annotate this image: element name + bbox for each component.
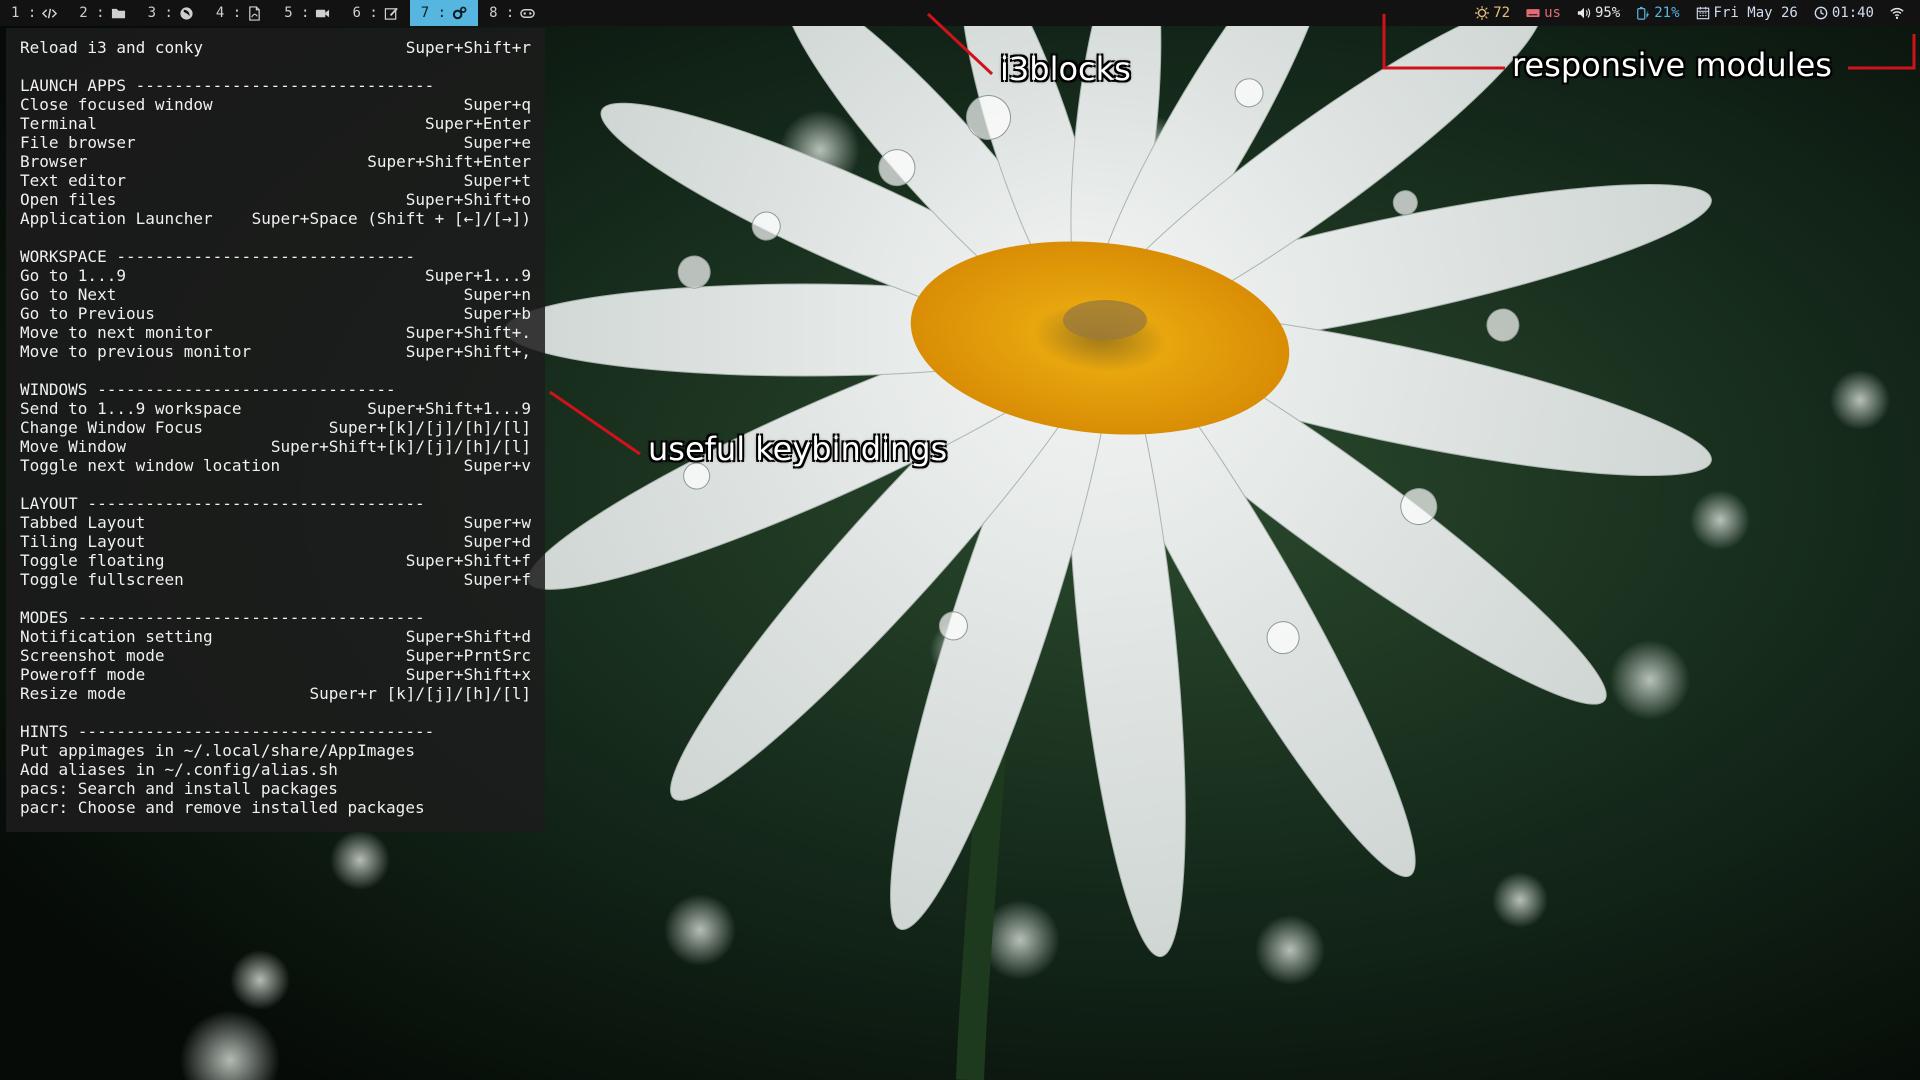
keybinding-row: Resize mode Super+r [k]/[j]/[h]/[l]: [20, 684, 531, 703]
battery-block[interactable]: 21%: [1628, 5, 1687, 21]
keybinding-row: Screenshot mode Super+PrntSrc: [20, 646, 531, 665]
i3-status-bar: 1 : 2 : 3 : 4 : 5 : 6 : 7 : 8 : 72 us 95…: [0, 0, 1920, 26]
keybinding-row: Move to previous monitor Super+Shift+,: [20, 342, 531, 361]
keybinding-row: Tiling Layout Super+d: [20, 532, 531, 551]
hint-line: Put appimages in ~/.local/share/AppImage…: [20, 741, 415, 760]
temperature-sun-icon: [1475, 6, 1490, 20]
keybinding-row: Tabbed Layout Super+w: [20, 513, 531, 532]
section-title-layout: LAYOUT ---------------------------------…: [20, 494, 425, 513]
keybinding-row: File browser Super+e: [20, 133, 531, 152]
i3blocks-modules: 72 us 95% 21% Fri May 26 01:40: [1467, 0, 1920, 26]
section-title-launch-apps: LAUNCH APPS ----------------------------…: [20, 76, 435, 95]
wifi-icon: [1890, 7, 1904, 19]
keybinding-row: Application Launcher Super+Space (Shift +…: [20, 209, 531, 228]
workspace-2[interactable]: 2 :: [68, 0, 136, 26]
keybinding-row: Poweroff mode Super+Shift+x: [20, 665, 531, 684]
keybinding-row: Browser Super+Shift+Enter: [20, 152, 531, 171]
code-icon: [42, 8, 58, 18]
volume-icon: [1577, 7, 1591, 19]
cogs-icon: [452, 6, 467, 19]
wifi-block[interactable]: [1882, 6, 1912, 20]
keybinding-row: Toggle fullscreen Super+f: [20, 570, 531, 589]
keybinding-row: Close focused window Super+q: [20, 95, 531, 114]
annotation-responsive-modules: responsive modules: [1512, 46, 1832, 84]
workspace-1[interactable]: 1 :: [0, 0, 68, 26]
section-title-modes: MODES ----------------------------------…: [20, 608, 425, 627]
hint-line: pacs: Search and install packages: [20, 779, 338, 798]
keybinding-row: Change Window Focus Super+[k]/[j]/[h]/[l]: [20, 418, 531, 437]
keybinding-row: Terminal Super+Enter: [20, 114, 531, 133]
keybinding-row: Toggle next window location Super+v: [20, 456, 531, 475]
annotation-useful-keybindings: useful keybindings: [648, 430, 948, 468]
gamepad-icon: [520, 8, 536, 18]
workspace-7[interactable]: 7 :: [409, 0, 479, 26]
keybinding-row: Move Window Super+Shift+[k]/[j]/[h]/[l]: [20, 437, 531, 456]
annotation-i3blocks: i3blocks: [1000, 50, 1131, 88]
pdf-document-icon: [249, 5, 260, 21]
workspace-5[interactable]: 5 :: [273, 0, 341, 26]
keybinding-row: Go to 1...9 Super+1...9: [20, 266, 531, 285]
workspace-3[interactable]: 3 :: [137, 0, 205, 26]
keybinding-row: Reload i3 and conky Super+Shift+r: [20, 38, 531, 57]
edit-icon: [384, 7, 398, 20]
section-title-hints: HINTS ----------------------------------…: [20, 722, 435, 741]
keybinding-row: Notification setting Super+Shift+d: [20, 627, 531, 646]
hint-line: pacr: Choose and remove installed packag…: [20, 798, 425, 817]
keyboard-icon: [1526, 9, 1540, 17]
firefox-icon: [180, 6, 193, 20]
keybinding-row: Toggle floating Super+Shift+f: [20, 551, 531, 570]
workspace-6[interactable]: 6 :: [341, 0, 409, 26]
keybinding-row: Text editor Super+t: [20, 171, 531, 190]
temperature-block[interactable]: 72: [1467, 5, 1518, 21]
hint-line: Add aliases in ~/.config/alias.sh: [20, 760, 338, 779]
battery-charging-icon: [1637, 6, 1650, 20]
keybinding-row: Open files Super+Shift+o: [20, 190, 531, 209]
time-block[interactable]: 01:40: [1806, 5, 1882, 21]
keyboard-layout-block[interactable]: us: [1518, 5, 1569, 21]
clock-icon: [1814, 6, 1828, 20]
calendar-icon: [1696, 6, 1709, 20]
folder-icon: [111, 8, 125, 18]
keybinding-row: Move to next monitor Super+Shift+.: [20, 323, 531, 342]
date-block[interactable]: Fri May 26: [1688, 5, 1806, 21]
video-camera-icon: [316, 9, 330, 17]
conky-keybindings-panel: Reload i3 and conky Super+Shift+r LAUNCH…: [6, 28, 545, 832]
workspace-4[interactable]: 4 :: [205, 0, 273, 26]
keybinding-row: Go to Previous Super+b: [20, 304, 531, 323]
workspace-8[interactable]: 8 :: [478, 0, 546, 26]
workspace-list: 1 : 2 : 3 : 4 : 5 : 6 : 7 : 8 :: [0, 0, 546, 26]
keybinding-row: Go to Next Super+n: [20, 285, 531, 304]
section-title-workspace: WORKSPACE ------------------------------…: [20, 247, 415, 266]
keybinding-row: Send to 1...9 workspace Super+Shift+1...9: [20, 399, 531, 418]
volume-block[interactable]: 95%: [1569, 5, 1628, 21]
section-title-windows: WINDOWS -------------------------------: [20, 380, 396, 399]
